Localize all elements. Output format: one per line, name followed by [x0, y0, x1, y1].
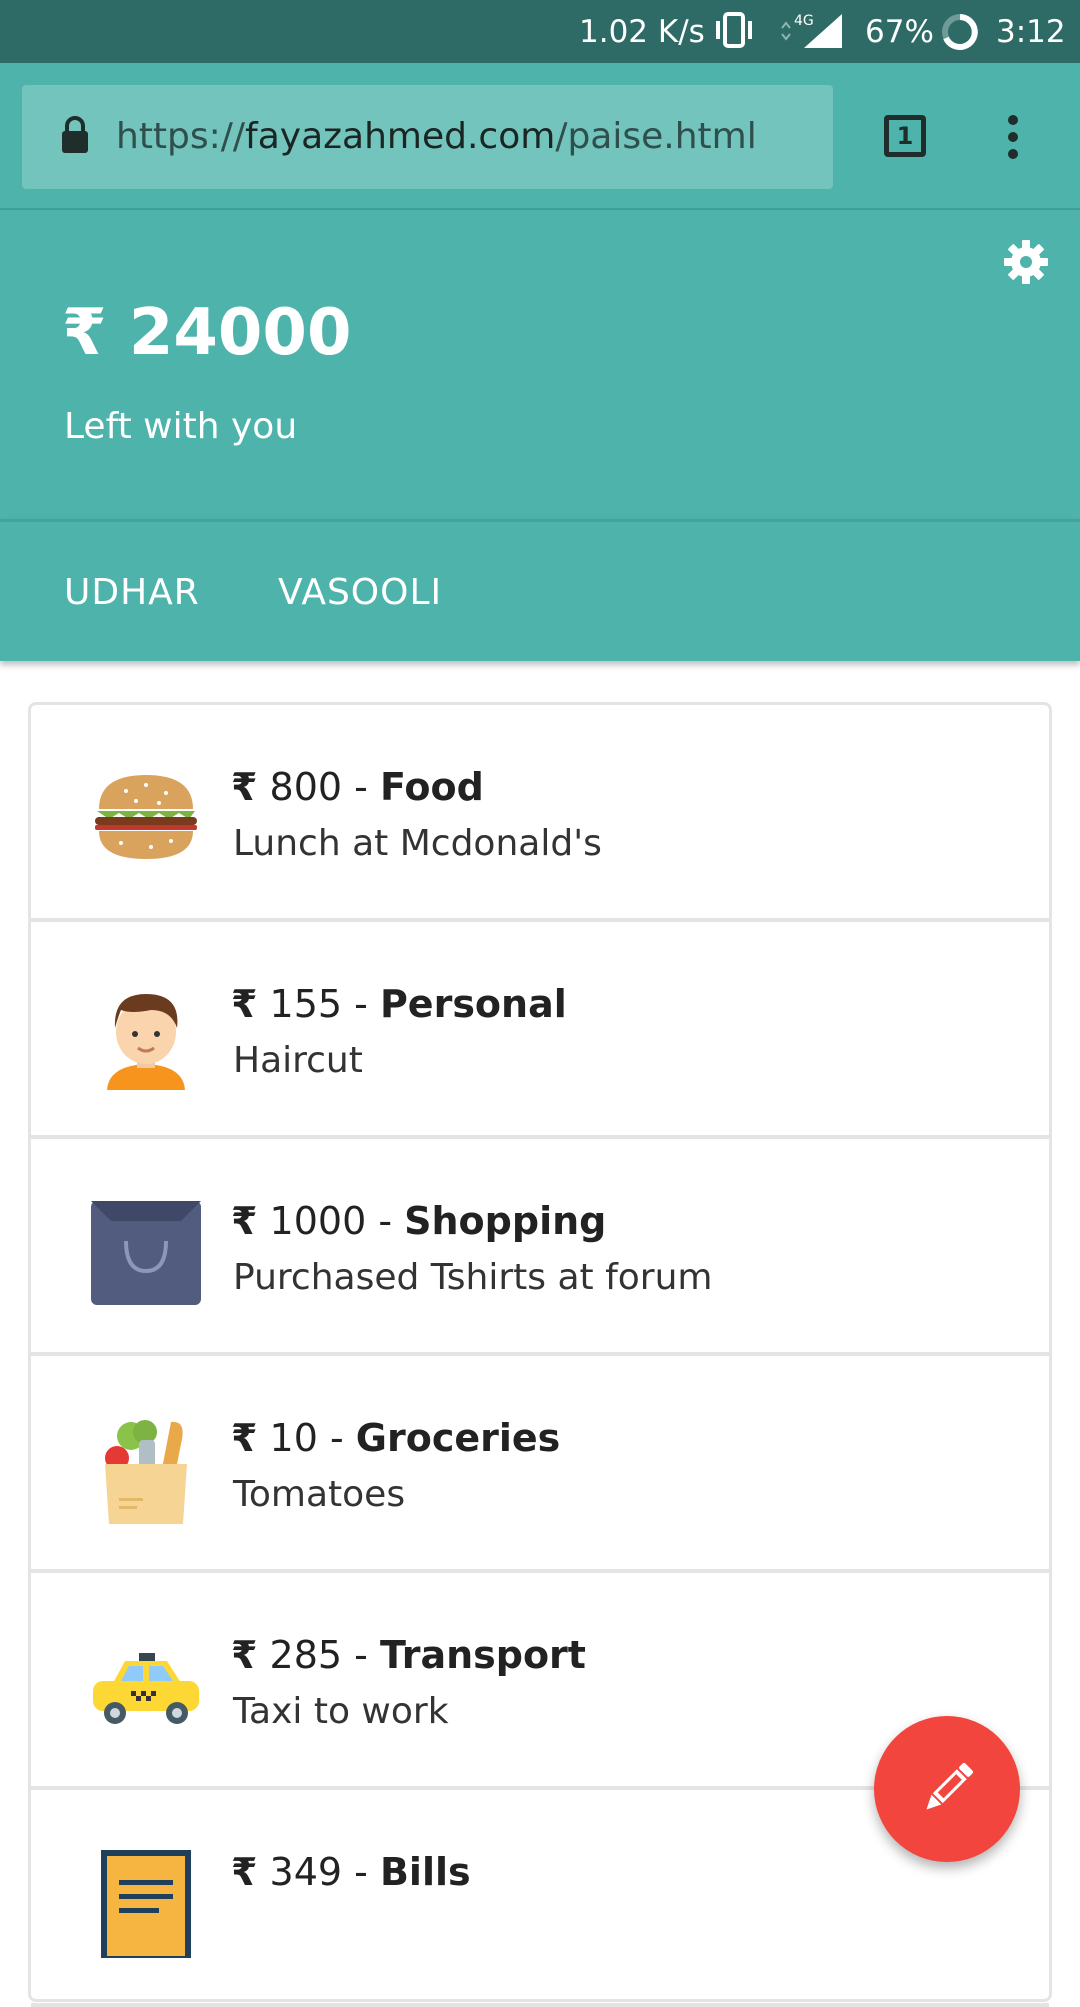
browser-toolbar: https://fayazahmed.com/paise.html 1	[0, 63, 1080, 210]
expense-note: Haircut	[233, 1040, 363, 1081]
expense-item-personal[interactable]: ₹ 155 - Personal Haircut	[31, 922, 1049, 1139]
expense-category: Groceries	[355, 1416, 561, 1460]
expense-amount: 1000	[269, 1199, 367, 1243]
currency-symbol: ₹	[231, 1633, 258, 1677]
expense-item-shopping[interactable]: ₹ 1000 - Shopping Purchased Tshirts at f…	[31, 1139, 1049, 1356]
vibrate-icon	[712, 12, 756, 56]
expense-title: ₹ 285 - Transport	[231, 1633, 586, 1677]
balance-header: ₹ 24000 Left with you	[0, 210, 1080, 519]
expense-title: ₹ 349 - Bills	[231, 1850, 471, 1894]
expense-category: Personal	[379, 982, 567, 1026]
currency-symbol: ₹	[231, 1850, 258, 1894]
currency-symbol: ₹	[231, 1199, 258, 1243]
expense-title: ₹ 10 - Groceries	[231, 1416, 561, 1460]
currency-symbol: ₹	[62, 296, 107, 370]
tab-switcher-button[interactable]: 1	[884, 115, 926, 157]
balance-value: 24000	[128, 296, 352, 370]
expense-title: ₹ 1000 - Shopping	[231, 1199, 607, 1243]
expense-item-groceries[interactable]: ₹ 10 - Groceries Tomatoes	[31, 1356, 1049, 1573]
balance-amount: ₹ 24000	[62, 296, 351, 370]
url-path: /paise.html	[555, 116, 757, 157]
balance-label: Left with you	[64, 406, 298, 447]
bill-receipt-icon	[91, 1848, 201, 1958]
taxi-icon	[91, 1631, 201, 1741]
battery-icon	[940, 12, 980, 60]
gear-icon[interactable]	[1002, 238, 1050, 290]
expense-note: Tomatoes	[233, 1474, 406, 1515]
expense-item-food[interactable]: ₹ 800 - Food Lunch at Mcdonald's	[31, 705, 1049, 922]
add-expense-fab-button[interactable]	[874, 1716, 1020, 1862]
status-bar: 1.02 K/s 4G 67% 3:12	[0, 0, 1080, 63]
lock-icon	[60, 115, 90, 159]
clock: 3:12	[996, 14, 1066, 50]
grocery-bag-icon	[91, 1414, 201, 1528]
expense-title: ₹ 800 - Food	[231, 765, 484, 809]
expense-amount: 285	[269, 1633, 343, 1677]
network-type: 4G	[794, 13, 814, 29]
url-scheme: https://	[116, 116, 246, 157]
expense-note: Taxi to work	[233, 1691, 449, 1732]
signal-icon: 4G	[778, 12, 844, 58]
expense-amount: 10	[269, 1416, 318, 1460]
expense-amount: 155	[269, 982, 343, 1026]
currency-symbol: ₹	[231, 1416, 258, 1460]
shopping-bag-icon	[91, 1197, 201, 1307]
expense-note: Purchased Tshirts at forum	[233, 1257, 713, 1298]
browser-menu-icon[interactable]	[1008, 115, 1020, 166]
pencil-icon	[926, 1762, 974, 1810]
expense-category: Transport	[379, 1633, 586, 1677]
url-text: https://fayazahmed.com/paise.html	[116, 116, 757, 157]
tab-udhar[interactable]: UDHAR	[64, 572, 200, 613]
expense-amount: 349	[269, 1850, 343, 1894]
address-bar[interactable]: https://fayazahmed.com/paise.html	[22, 85, 833, 189]
battery-percent: 67%	[865, 14, 934, 50]
burger-icon	[91, 763, 201, 873]
network-speed: 1.02 K/s	[579, 14, 705, 50]
expense-amount: 800	[269, 765, 343, 809]
expense-category: Shopping	[404, 1199, 607, 1243]
expense-note: Lunch at Mcdonald's	[233, 823, 602, 864]
url-domain: fayazahmed.com	[245, 116, 556, 157]
expense-category: Bills	[379, 1850, 471, 1894]
person-avatar-icon	[91, 980, 201, 1092]
expense-title: ₹ 155 - Personal	[231, 982, 567, 1026]
expense-category: Food	[379, 765, 484, 809]
tab-bar: UDHAR VASOOLI	[0, 519, 1080, 661]
tab-vasooli[interactable]: VASOOLI	[278, 572, 442, 613]
currency-symbol: ₹	[231, 765, 258, 809]
currency-symbol: ₹	[231, 982, 258, 1026]
